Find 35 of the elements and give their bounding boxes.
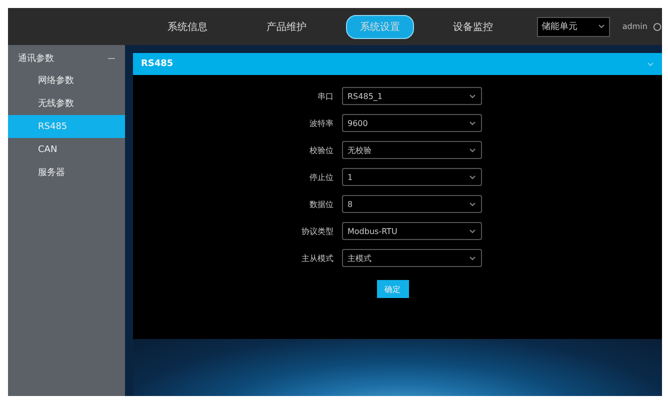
user-name: admin [622,22,648,31]
select-field[interactable]: 8 [342,195,482,213]
chevron-down-icon [647,62,654,66]
chevron-down-icon [468,174,476,180]
field-label: 主从模式 [300,252,334,264]
select-field[interactable]: 1 [342,168,482,186]
sidebar-item[interactable]: 网络参数 [8,69,125,92]
field-label: 数据位 [308,198,334,210]
sidebar-item[interactable]: 无线参数 [8,92,125,115]
select-field[interactable]: 9600 [342,114,482,132]
field-label: 波特率 [308,118,334,128]
nav-tab[interactable]: 设备监控 [434,14,513,38]
panel-title: RS485 [141,59,174,69]
field-label: 串口 [316,90,334,102]
nav-tab[interactable]: 系统信息 [148,14,228,38]
chevron-down-icon [468,94,476,98]
chevron-down-icon [468,120,476,126]
power-icon[interactable] [653,22,662,32]
field-label: 校验位 [308,144,334,156]
field-label: 停止位 [308,172,334,182]
chevron-down-icon [468,148,476,152]
select-field[interactable]: Modbus-RTU [342,222,482,240]
unit-select[interactable]: 储能单元 [536,16,610,36]
chevron-down-icon [468,228,476,234]
chevron-down-icon [598,24,606,29]
field-label: 协议类型 [300,226,334,236]
sidebar-item[interactable]: 服务器 [8,161,125,184]
chevron-down-icon [468,202,476,206]
nav-tab[interactable]: 产品维护 [247,14,326,38]
chevron-down-icon [468,256,476,260]
sidebar-item[interactable]: CAN [8,138,125,161]
select-field[interactable]: 无校验 [342,141,482,159]
select-field[interactable]: 主模式 [342,249,482,267]
select-field[interactable]: RS485_1 [342,87,482,105]
sidebar-group[interactable]: 通讯参数 [8,47,125,69]
